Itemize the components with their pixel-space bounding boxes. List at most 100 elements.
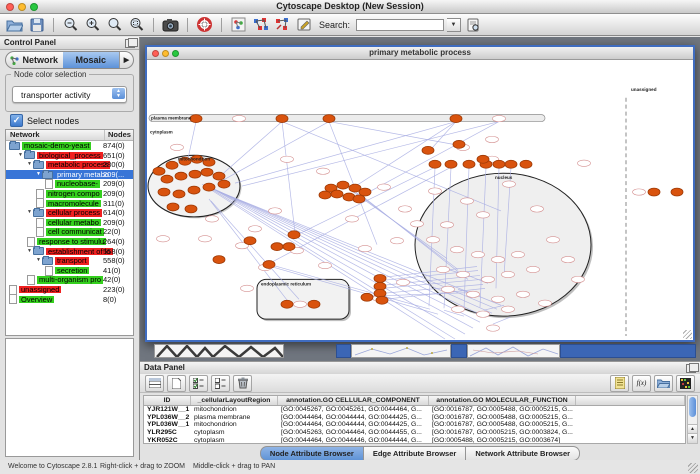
column-header[interactable]: ID: [144, 396, 191, 405]
help-lifering-icon[interactable]: [195, 16, 214, 33]
edge[interactable]: [282, 122, 295, 233]
edge[interactable]: [329, 122, 377, 245]
gene-node[interactable]: [359, 245, 372, 251]
search-dropdown-icon[interactable]: ▼: [447, 18, 461, 32]
gene-node[interactable]: [472, 251, 485, 257]
selected-gene-node[interactable]: [671, 188, 683, 196]
disclosure-triangle-icon[interactable]: ▼: [36, 258, 41, 263]
snapshot-camera-icon[interactable]: [161, 16, 180, 33]
gene-node[interactable]: [157, 236, 170, 242]
selected-gene-node[interactable]: [376, 296, 388, 304]
gene-node[interactable]: [391, 238, 404, 244]
destroy-view-icon[interactable]: [273, 16, 292, 33]
zoom-fit-icon[interactable]: [127, 16, 146, 33]
tree-row[interactable]: macromolecule311(0): [6, 199, 133, 209]
table-row[interactable]: YPL036W__1mitochondrion[GO:0044464, GO:0…: [144, 421, 685, 429]
selected-gene-node[interactable]: [450, 115, 462, 123]
select-nodes-checkbox[interactable]: ✓: [10, 114, 23, 127]
disclosure-triangle-icon[interactable]: ▼: [27, 249, 32, 254]
gene-node[interactable]: [477, 311, 490, 317]
selected-gene-node[interactable]: [505, 160, 517, 168]
tree-row[interactable]: ▼primary metabo209(...: [6, 170, 133, 180]
tree-column-nodes[interactable]: Nodes: [105, 130, 133, 140]
selected-gene-node[interactable]: [276, 115, 288, 123]
edge[interactable]: [493, 317, 510, 324]
selected-gene-node[interactable]: [213, 256, 225, 264]
minimized-window-edge[interactable]: [451, 344, 467, 358]
selected-gene-node[interactable]: [374, 289, 386, 297]
zoom-selected-icon[interactable]: [105, 16, 124, 33]
selected-gene-node[interactable]: [263, 261, 275, 269]
matrix-icon[interactable]: [676, 375, 695, 392]
tab-edge-attribute-browser[interactable]: Edge Attribute Browser: [364, 446, 466, 461]
tree-row[interactable]: nucleobase-209(0): [6, 179, 133, 189]
tree-row[interactable]: ▼transport558(0): [6, 256, 133, 266]
attribute-table-icon[interactable]: [145, 375, 164, 392]
gene-node[interactable]: [461, 198, 474, 204]
gene-node[interactable]: [249, 226, 262, 232]
table-row[interactable]: YKR052Ccytoplasm[GO:0044464, GO:0044446,…: [144, 436, 685, 444]
gene-node[interactable]: [578, 160, 591, 166]
gene-node[interactable]: [281, 156, 294, 162]
gene-node[interactable]: [437, 266, 450, 272]
selected-gene-node[interactable]: [337, 181, 349, 189]
gene-node[interactable]: [502, 306, 515, 312]
selected-gene-node[interactable]: [283, 243, 295, 251]
gene-node[interactable]: [512, 251, 525, 257]
vizmapper-icon[interactable]: [229, 16, 248, 33]
edge[interactable]: [351, 122, 456, 190]
delete-attribute-icon[interactable]: [233, 375, 252, 392]
gene-node[interactable]: [399, 206, 412, 212]
minimized-window-thumbnail[interactable]: [351, 344, 451, 358]
table-row[interactable]: YJR121W__1mitochondrion[GO:0045267, GO:0…: [144, 406, 685, 414]
annotation-icon[interactable]: [295, 16, 314, 33]
gene-node[interactable]: [482, 276, 495, 282]
selected-gene-node[interactable]: [189, 170, 201, 178]
gene-node[interactable]: [269, 208, 282, 214]
tree-row[interactable]: ▼establishment of lo558(0): [6, 247, 133, 257]
tree-row[interactable]: mosaic-demo-yeast874(0): [6, 141, 133, 151]
tree-column-network[interactable]: Network: [6, 130, 105, 140]
gene-node[interactable]: [429, 188, 442, 194]
tree-row[interactable]: cell communicat22(0): [6, 227, 133, 237]
selected-gene-node[interactable]: [281, 300, 293, 308]
selected-gene-node[interactable]: [213, 172, 225, 180]
tree-row[interactable]: response to stimulu264(0): [6, 237, 133, 247]
network-canvas-svg[interactable]: plasma membranecytoplasmmitochondrionnuc…: [147, 60, 693, 340]
selected-gene-node[interactable]: [429, 160, 441, 168]
float-panel-icon[interactable]: [125, 39, 135, 48]
gene-node[interactable]: [378, 184, 391, 190]
tree-row[interactable]: unassigned223(0): [6, 285, 133, 295]
gene-node[interactable]: [411, 221, 424, 227]
selected-gene-node[interactable]: [493, 160, 505, 168]
selected-gene-node[interactable]: [331, 190, 343, 198]
tab-network[interactable]: Network: [6, 52, 63, 68]
selected-gene-node[interactable]: [203, 183, 215, 191]
gene-node[interactable]: [493, 115, 506, 121]
gene-node[interactable]: [562, 256, 575, 262]
gene-node[interactable]: [486, 136, 499, 142]
gene-node[interactable]: [199, 236, 212, 242]
selected-gene-node[interactable]: [353, 195, 365, 203]
gene-node[interactable]: [633, 189, 646, 195]
edge[interactable]: [219, 122, 282, 178]
gene-node[interactable]: [547, 237, 560, 243]
disclosure-triangle-icon[interactable]: ▼: [27, 210, 32, 215]
tab-overflow-icon[interactable]: ▶: [119, 52, 133, 68]
disclosure-triangle-icon[interactable]: ▼: [27, 162, 32, 167]
tab-network-attribute-browser[interactable]: Network Attribute Browser: [466, 446, 580, 461]
column-header[interactable]: annotation.GO CELLULAR_COMPONENT: [278, 396, 429, 405]
gene-node[interactable]: [502, 271, 515, 277]
selected-gene-node[interactable]: [323, 115, 335, 123]
gene-node[interactable]: [531, 206, 544, 212]
selected-gene-node[interactable]: [463, 160, 475, 168]
gene-node[interactable]: [492, 256, 505, 262]
table-row[interactable]: YPL036W__2plasma membrane[GO:0044464, GO…: [144, 414, 685, 422]
tree-row[interactable]: ▼biological_process651(0): [6, 151, 133, 161]
edge[interactable]: [329, 122, 459, 146]
tree-row[interactable]: cellular metabo209(0): [6, 218, 133, 228]
gene-node[interactable]: [539, 300, 552, 306]
selected-gene-node[interactable]: [218, 180, 230, 188]
minimized-window-thumbnail[interactable]: [467, 344, 560, 358]
tree-row[interactable]: multi-organism pro42(0): [6, 275, 133, 285]
